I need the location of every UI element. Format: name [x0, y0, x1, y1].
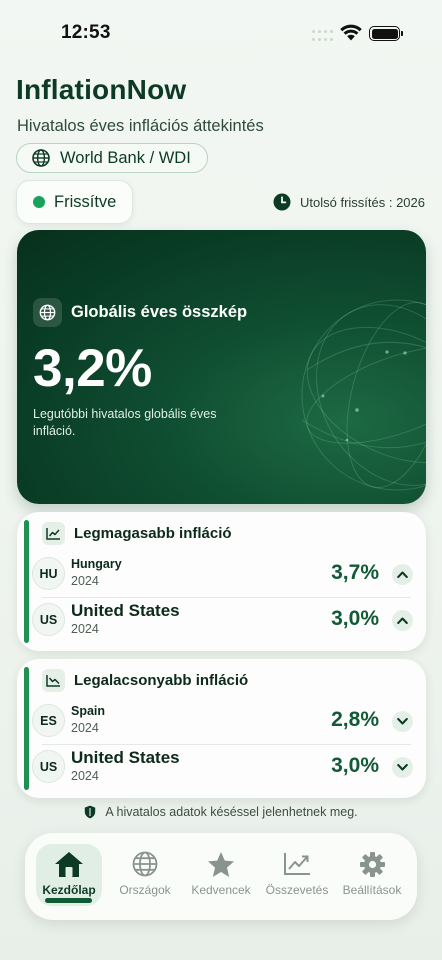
global-inflation-value: 3,2%	[33, 339, 152, 398]
list-item[interactable]: ES Spain 2024 2,8%	[30, 698, 419, 744]
last-update: Utolsó frissítés : 2026	[273, 193, 425, 211]
country-code: ES	[32, 704, 65, 737]
globe-icon	[39, 304, 56, 321]
inflation-rate: 2,8%	[331, 708, 379, 731]
tab-label: Beállítások	[342, 883, 402, 897]
gear-icon	[359, 849, 386, 879]
last-update-label: Utolsó frissítés : 2026	[300, 194, 425, 210]
tab-label: Országok	[119, 883, 171, 897]
country-name: Hungary	[71, 557, 122, 571]
tab-home[interactable]: Kezdőlap	[36, 833, 102, 920]
lowest-inflation-card: Legalacsonyabb infláció ES Spain 2024 2,…	[17, 659, 426, 798]
chart-down-icon	[42, 669, 65, 692]
tab-label: Összevetés	[265, 883, 329, 897]
status-time: 12:53	[61, 22, 111, 43]
wifi-icon	[340, 24, 362, 41]
hero-description: Legutóbbi hivatalos globális éves inflác…	[33, 407, 217, 438]
status-bar: 12:53	[0, 0, 442, 64]
global-overview-card[interactable]: Globális éves összkép 3,2% Legutóbbi hiv…	[17, 230, 426, 504]
country-code: US	[32, 750, 65, 783]
inflation-rate: 3,7%	[331, 561, 379, 584]
list-item[interactable]: US United States 2024 3,0%	[30, 744, 419, 790]
update-status-badge: Frissítve	[16, 180, 133, 224]
chevron-up-icon	[392, 564, 413, 585]
year: 2024	[71, 574, 99, 588]
home-icon	[53, 849, 85, 879]
chart-up-icon	[42, 522, 65, 545]
country-name: United States	[71, 601, 180, 620]
shield-icon	[85, 805, 96, 819]
tab-favorites[interactable]: Kedvencek	[185, 833, 257, 920]
battery-icon	[369, 26, 403, 41]
country-code: HU	[32, 557, 65, 590]
disclaimer-text: A hivatalos adatok késéssel jelenhetnek …	[105, 805, 358, 819]
card-header: Legalacsonyabb infláció	[42, 669, 248, 692]
data-source-label: World Bank / WDI	[60, 148, 191, 167]
star-icon	[207, 849, 235, 879]
status-dots	[312, 30, 340, 44]
update-status-label: Frissítve	[54, 192, 117, 211]
data-disclaimer: A hivatalos adatok késéssel jelenhetnek …	[0, 805, 442, 819]
globe-decoration-icon	[301, 299, 426, 491]
tab-compare[interactable]: Összevetés	[261, 833, 333, 920]
inflation-rate: 3,0%	[331, 607, 379, 630]
globe-icon	[132, 849, 158, 879]
data-source-button[interactable]: World Bank / WDI	[16, 143, 208, 173]
chart-line-icon	[283, 849, 311, 879]
status-dot	[33, 196, 45, 208]
year: 2024	[71, 721, 99, 735]
accent-bar	[24, 667, 29, 790]
card-header: Legmagasabb infláció	[42, 522, 232, 545]
accent-bar	[24, 520, 29, 643]
tab-label: Kedvencek	[191, 883, 251, 897]
country-name: Spain	[71, 704, 106, 718]
card-title: Legalacsonyabb infláció	[74, 672, 249, 689]
hero-icon-box	[33, 298, 62, 327]
year: 2024	[71, 769, 99, 783]
globe-icon	[32, 149, 50, 167]
list-item[interactable]: US United States 2024 3,0%	[30, 597, 419, 643]
tab-label: Kezdőlap	[42, 883, 96, 897]
year: 2024	[71, 622, 99, 636]
tab-bar: Kezdőlap Országok Kedvencek Összevetés B…	[25, 833, 417, 920]
country-name: United States	[71, 748, 180, 767]
tab-settings[interactable]: Beállítások	[335, 833, 409, 920]
card-title: Legmagasabb infláció	[74, 525, 232, 542]
active-tab-indicator	[45, 898, 92, 903]
highest-inflation-card: Legmagasabb infláció HU Hungary 2024 3,7…	[17, 512, 426, 651]
chevron-down-icon	[392, 757, 413, 778]
country-code: US	[32, 603, 65, 636]
hero-title: Globális éves összkép	[71, 303, 248, 321]
tab-countries[interactable]: Országok	[113, 833, 177, 920]
clock-icon	[273, 193, 291, 211]
app-title: InflationNow	[16, 74, 187, 105]
inflation-rate: 3,0%	[331, 754, 379, 777]
chevron-up-icon	[392, 610, 413, 631]
chevron-down-icon	[392, 711, 413, 732]
app-subtitle: Hivatalos éves inflációs áttekintés	[17, 117, 264, 135]
list-item[interactable]: HU Hungary 2024 3,7%	[30, 551, 419, 597]
